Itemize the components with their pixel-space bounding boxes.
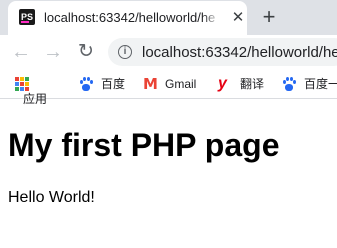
reload-button[interactable]: ↻ <box>73 39 99 65</box>
phpstorm-favicon-icon: PS <box>19 9 35 25</box>
forward-button[interactable]: → <box>40 39 66 65</box>
page-heading: My first PHP page <box>8 127 280 163</box>
new-tab-button[interactable]: + <box>257 6 281 30</box>
address-bar[interactable]: i localhost:63342/helloworld/he <box>108 38 337 66</box>
bookmarks-bar: 应用 百度 M Gmail y 翻译 百度一 <box>0 69 337 106</box>
youdao-icon: y <box>218 75 227 92</box>
bookmark-baidu[interactable]: 百度 <box>79 76 125 92</box>
bookmark-label: 翻译 <box>240 77 265 91</box>
tab-title: localhost:63342/helloworld/he <box>44 10 220 25</box>
page-text: Hello World! <box>8 189 95 206</box>
favicon-underline <box>21 21 29 23</box>
bookmark-baidu-2[interactable]: 百度一 <box>282 76 337 92</box>
baidu-paw-icon <box>79 77 93 91</box>
browser-toolbar: ← → ↻ i localhost:63342/helloworld/he <box>0 35 337 69</box>
close-tab-icon[interactable]: ✕ <box>230 10 246 26</box>
active-tab[interactable]: PS localhost:63342/helloworld/he ✕ <box>8 1 247 35</box>
site-info-icon[interactable]: i <box>118 45 132 59</box>
page-content: My first PHP page Hello World! <box>0 100 337 248</box>
back-button[interactable]: ← <box>8 39 34 65</box>
gmail-icon: M <box>143 75 158 93</box>
bookmark-gmail[interactable]: M Gmail <box>143 76 196 92</box>
bookmark-translate[interactable]: y 翻译 <box>218 76 264 92</box>
bookmark-label: 百度 <box>101 77 126 91</box>
tab-strip: PS localhost:63342/helloworld/he ✕ + <box>0 0 337 35</box>
apps-grid-icon <box>15 77 29 91</box>
url-text[interactable]: localhost:63342/helloworld/he <box>142 44 337 61</box>
bookmark-label: 百度一 <box>304 77 337 91</box>
bookmark-label: Gmail <box>165 77 197 91</box>
bookmark-apps[interactable]: 应用 <box>15 76 47 106</box>
baidu-paw-icon <box>282 77 296 91</box>
